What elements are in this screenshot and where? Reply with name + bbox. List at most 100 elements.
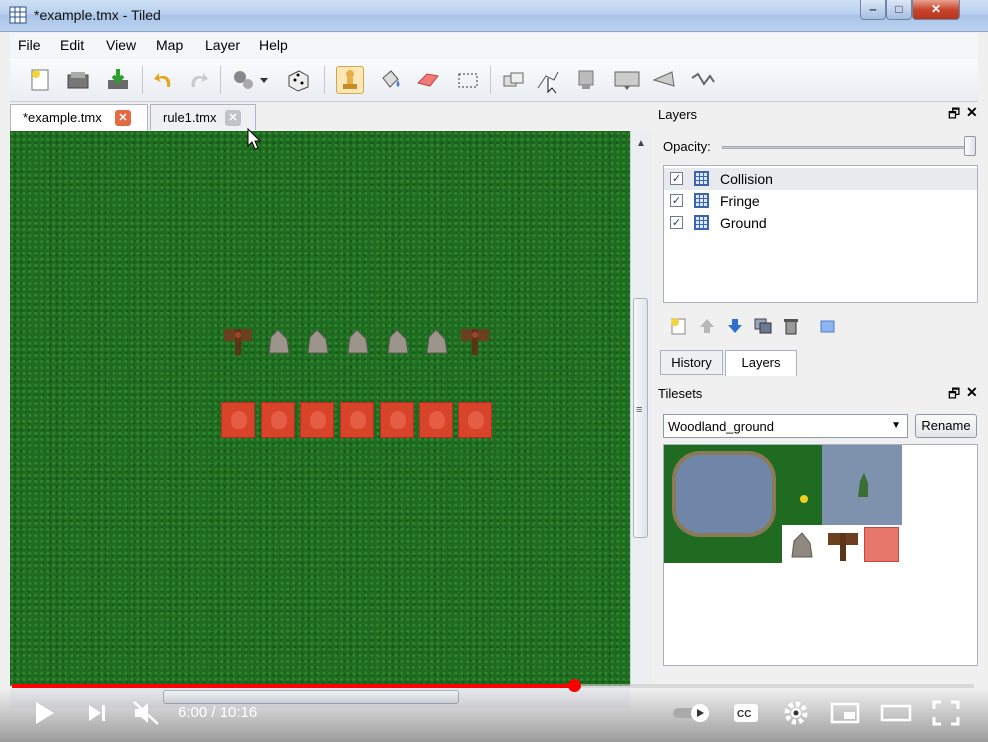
pond-tile <box>664 445 782 563</box>
opacity-label: Opacity: <box>663 139 711 154</box>
collision-tile <box>419 402 453 438</box>
rock-tile <box>782 525 822 563</box>
mouse-cursor-icon <box>247 128 262 150</box>
stamp-brush-icon[interactable] <box>336 66 364 94</box>
water-tile <box>822 445 902 525</box>
insert-polygon-icon[interactable] <box>650 66 678 94</box>
rect-select-icon[interactable] <box>454 66 482 94</box>
select-objects-icon[interactable] <box>534 66 562 94</box>
video-progress-fill <box>12 684 574 688</box>
close-panel-icon[interactable]: ✕ <box>966 104 978 121</box>
layers-list: ✓ Collision ✓ Fringe ✓ Ground <box>663 165 978 303</box>
bucket-fill-icon[interactable] <box>376 66 404 94</box>
tile-layer-icon <box>694 215 709 230</box>
insert-tile-icon[interactable] <box>572 66 600 94</box>
theater-mode-icon[interactable] <box>880 702 912 724</box>
close-window-button[interactable]: ✕ <box>912 0 960 20</box>
tileset-view[interactable] <box>663 444 978 666</box>
rock-tile <box>268 329 290 354</box>
captions-icon[interactable]: CC <box>733 702 759 724</box>
float-panel-icon[interactable]: 🗗 <box>948 105 960 127</box>
tile-layer-icon <box>694 193 709 208</box>
main-toolbar <box>10 58 978 102</box>
grass-flower-tile <box>782 445 822 525</box>
collision-tile <box>221 402 255 438</box>
settings-gear-icon[interactable] <box>783 700 809 726</box>
close-tab-icon[interactable]: ✕ <box>225 110 241 126</box>
tab-rule1-tmx[interactable]: rule1.tmx ✕ <box>150 104 256 130</box>
menu-file[interactable]: File <box>18 37 41 53</box>
layer-row-ground[interactable]: ✓ Ground <box>664 212 977 234</box>
signpost-tile <box>824 525 862 563</box>
mute-icon[interactable] <box>132 700 162 726</box>
dice-icon[interactable] <box>284 66 312 94</box>
layer-visibility-checkbox[interactable]: ✓ <box>670 194 683 207</box>
window-title: *example.tmx - Tiled <box>34 7 161 23</box>
rock-tile <box>307 329 329 354</box>
insert-rect-icon[interactable] <box>612 66 640 94</box>
opacity-slider[interactable] <box>722 146 972 149</box>
float-panel-icon[interactable]: 🗗 <box>948 385 960 407</box>
signpost-tile <box>224 329 252 355</box>
new-map-icon[interactable] <box>26 66 54 94</box>
menu-edit[interactable]: Edit <box>60 37 84 53</box>
minimize-button[interactable]: ‒ <box>860 0 886 20</box>
map-canvas[interactable] <box>10 131 630 686</box>
layer-toolbar <box>663 310 978 344</box>
menu-bar: File Edit View Map Layer Help <box>10 33 978 57</box>
magic-wand-icon[interactable] <box>500 66 528 94</box>
rock-tile <box>426 329 448 354</box>
grip-icon: ≡ <box>636 404 643 416</box>
video-scrubber-handle[interactable] <box>568 679 581 692</box>
scrollbar-thumb[interactable] <box>633 298 648 538</box>
command-icon[interactable] <box>230 66 268 94</box>
remove-layer-icon[interactable] <box>781 316 801 336</box>
svg-text:CC: CC <box>737 709 751 720</box>
insert-polyline-icon[interactable] <box>688 66 716 94</box>
move-layer-down-icon[interactable] <box>725 316 745 336</box>
open-icon[interactable] <box>64 66 92 94</box>
duplicate-layer-icon[interactable] <box>753 316 773 336</box>
signpost-tile <box>461 329 489 355</box>
collision-tile <box>380 402 414 438</box>
fullscreen-icon[interactable] <box>932 700 960 726</box>
autoplay-toggle-icon[interactable] <box>672 702 712 724</box>
next-icon[interactable] <box>86 703 108 723</box>
toggle-other-layers-icon[interactable] <box>817 316 837 336</box>
layer-row-fringe[interactable]: ✓ Fringe <box>664 190 977 212</box>
menu-layer[interactable]: Layer <box>205 37 240 53</box>
menu-help[interactable]: Help <box>259 37 288 53</box>
opacity-slider-handle[interactable] <box>964 136 976 156</box>
save-icon[interactable] <box>104 66 132 94</box>
layer-visibility-checkbox[interactable]: ✓ <box>670 172 683 185</box>
move-layer-up-icon[interactable] <box>697 316 717 336</box>
tile-layer-icon <box>694 171 709 186</box>
scroll-up-icon[interactable]: ▲ <box>636 138 646 149</box>
miniplayer-icon[interactable] <box>830 702 860 724</box>
collision-tile <box>261 402 295 438</box>
rock-tile <box>387 329 409 354</box>
tab-layers[interactable]: Layers <box>725 350 797 376</box>
close-tab-icon[interactable]: ✕ <box>115 110 131 126</box>
rock-tile <box>347 329 369 354</box>
layer-visibility-checkbox[interactable]: ✓ <box>670 216 683 229</box>
redo-icon[interactable] <box>184 66 212 94</box>
play-icon[interactable] <box>32 700 56 726</box>
tiled-app-icon <box>9 6 27 24</box>
eraser-icon[interactable] <box>414 66 442 94</box>
maximize-button[interactable]: □ <box>886 0 912 20</box>
tileset-select[interactable]: Woodland_ground ▼ <box>663 414 908 438</box>
layers-panel-title: Layers <box>658 107 698 122</box>
layer-row-collision[interactable]: ✓ Collision <box>664 168 977 190</box>
tab-example-tmx[interactable]: *example.tmx ✕ <box>10 104 148 131</box>
menu-map[interactable]: Map <box>156 37 183 53</box>
close-panel-icon[interactable]: ✕ <box>966 384 978 401</box>
add-layer-icon[interactable] <box>669 316 689 336</box>
tab-history[interactable]: History <box>660 350 723 375</box>
menu-view[interactable]: View <box>106 37 136 53</box>
collision-tile <box>864 527 899 562</box>
undo-icon[interactable] <box>150 66 178 94</box>
rename-button[interactable]: Rename <box>915 414 977 438</box>
chevron-down-icon: ▼ <box>891 420 901 431</box>
collision-tile <box>300 402 334 438</box>
